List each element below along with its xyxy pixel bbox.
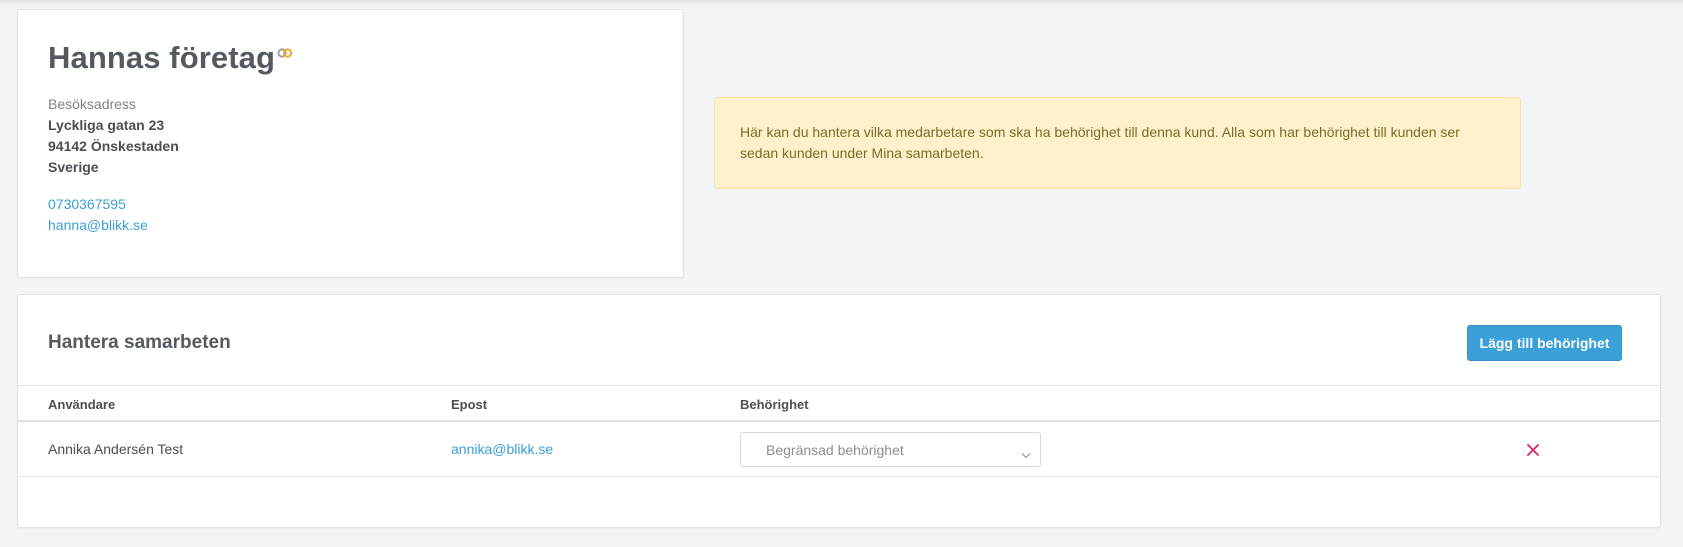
collaborations-card: Hantera samarbeten Lägg till behörighet …: [17, 294, 1661, 528]
link-icon[interactable]: [276, 46, 294, 60]
info-notice: Här kan du hantera vilka medarbetare som…: [714, 97, 1521, 189]
section-title: Hantera samarbeten: [48, 332, 231, 353]
column-header-user: Användare: [48, 397, 116, 412]
row-email-link[interactable]: annika@blikk.se: [451, 441, 553, 457]
email-link[interactable]: hanna@blikk.se: [48, 217, 148, 233]
company-card: Hannas företag Besöksadress Lyckliga gat…: [17, 9, 684, 278]
address-label: Besöksadress: [48, 96, 136, 112]
table-header: Användare Epost Behörighet: [18, 385, 1660, 422]
info-notice-text: Här kan du hantera vilka medarbetare som…: [740, 124, 1460, 161]
close-icon[interactable]: [1526, 443, 1540, 457]
column-header-permission: Behörighet: [740, 397, 809, 412]
row-user-name: Annika Andersén Test: [48, 441, 184, 457]
add-permission-button[interactable]: Lägg till behörighet: [1467, 325, 1622, 361]
address-postal: 94142 Önskestaden: [48, 138, 179, 154]
company-name: Hannas företag: [48, 40, 276, 75]
address-country: Sverige: [48, 159, 99, 175]
column-header-email: Epost: [451, 397, 488, 412]
address-street: Lyckliga gatan 23: [48, 117, 165, 133]
permission-select-value: Begränsad behörighet: [766, 442, 904, 458]
chevron-down-icon: [1021, 446, 1031, 459]
table-row: Annika Andersén Test annika@blikk.se Beg…: [18, 422, 1660, 477]
top-shadow: [0, 0, 1683, 6]
permission-select[interactable]: Begränsad behörighet: [740, 432, 1041, 467]
phone-link[interactable]: 0730367595: [48, 196, 126, 212]
